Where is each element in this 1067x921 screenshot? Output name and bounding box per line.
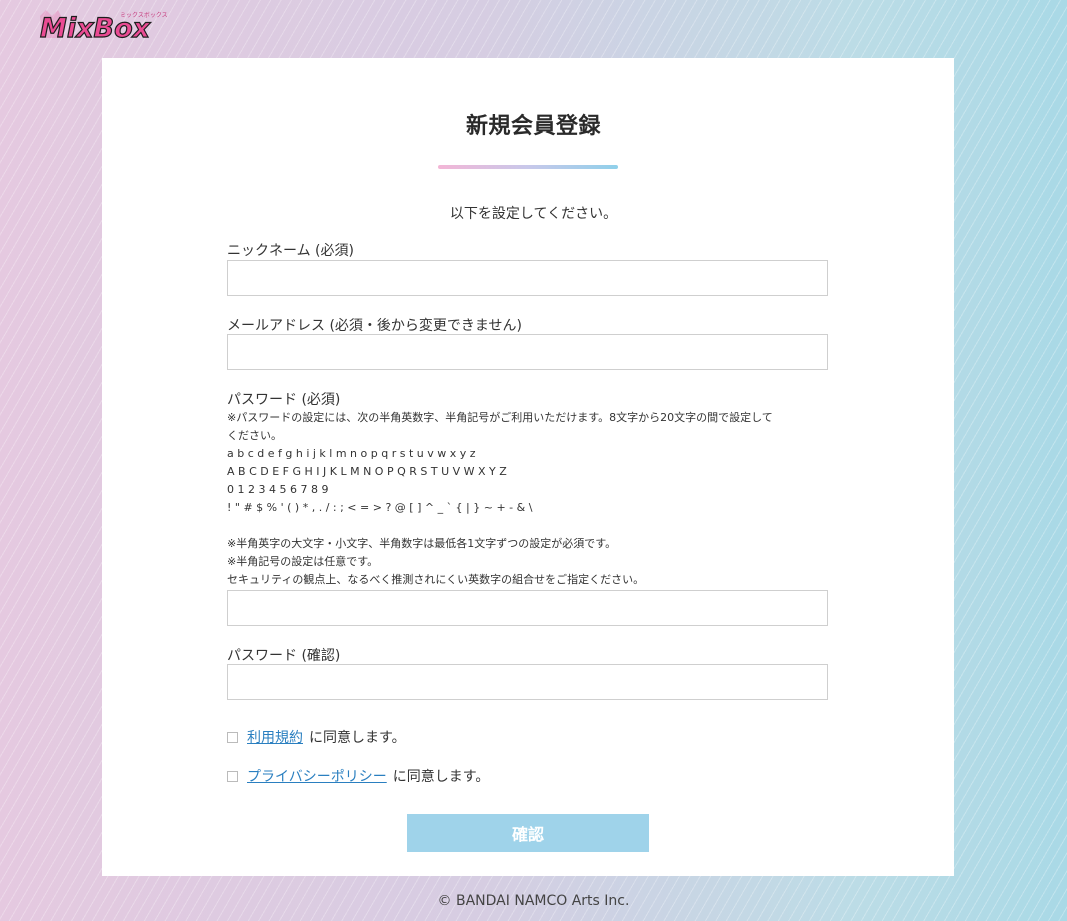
mixbox-logo-mark: MixBox ミックスボックス (39, 10, 168, 44)
password-note: セキュリティの観点上、なるべく推測されにくい英数字の組合せをご指定ください。 (227, 573, 645, 586)
privacy-checkbox[interactable] (227, 770, 238, 782)
terms-suffix: に同意します。 (309, 730, 406, 746)
password-help-line: 0 1 2 3 4 5 6 7 8 9 (227, 483, 329, 496)
email-label: メールアドレス (必須・後から変更できません) (227, 318, 522, 334)
password-help: ※パスワードの設定には、次の半角英数字、半角記号がご利用いただけます。8文字から… (227, 409, 837, 589)
help-spacer (227, 517, 837, 535)
title-underline (438, 165, 618, 169)
password-note: ※半角英字の大文字・小文字、半角数字は最低各1文字ずつの設定が必須です。 (227, 537, 617, 550)
logo-subtext: ミックスボックス (120, 11, 168, 19)
password-help-line: a b c d e f g h i j k l m n o p q r s t … (227, 447, 476, 460)
nickname-label: ニックネーム (必須) (227, 243, 354, 259)
password-help-line: A B C D E F G H I J K L M N O P Q R S T … (227, 465, 507, 478)
password-help-line: ※パスワードの設定には、次の半角英数字、半角記号がご利用いただけます。8文字から… (227, 411, 773, 424)
terms-link[interactable]: 利用規約 (247, 727, 303, 747)
privacy-link[interactable]: プライバシーポリシー (247, 766, 387, 786)
password-help-line: ! " # $ % ' ( ) * , . / : ; < = > ? @ [ … (227, 501, 533, 514)
intro-text: 以下を設定してください。 (449, 206, 618, 222)
copyright-footer: © BANDAI NAMCO Arts Inc. (437, 893, 630, 909)
password-help-line: ください。 (227, 429, 282, 442)
password-note: ※半角記号の設定は任意です。 (227, 555, 379, 568)
password-confirm-input[interactable] (227, 664, 828, 700)
mixbox-logo[interactable]: MixBox ミックスボックス (38, 8, 168, 44)
nickname-input[interactable] (227, 260, 828, 296)
privacy-agree-row: プライバシーポリシー に同意します。 (227, 766, 489, 786)
password-label: パスワード (必須) (227, 392, 341, 408)
terms-checkbox[interactable] (227, 731, 238, 743)
password-input[interactable] (227, 590, 828, 626)
password-confirm-label: パスワード (確認) (227, 648, 341, 664)
confirm-button[interactable]: 確認 (407, 814, 649, 852)
page-title: 新規会員登録 (465, 114, 601, 139)
privacy-suffix: に同意します。 (392, 769, 490, 785)
email-input[interactable] (227, 334, 828, 370)
terms-agree-row: 利用規約 に同意します。 (227, 727, 406, 747)
